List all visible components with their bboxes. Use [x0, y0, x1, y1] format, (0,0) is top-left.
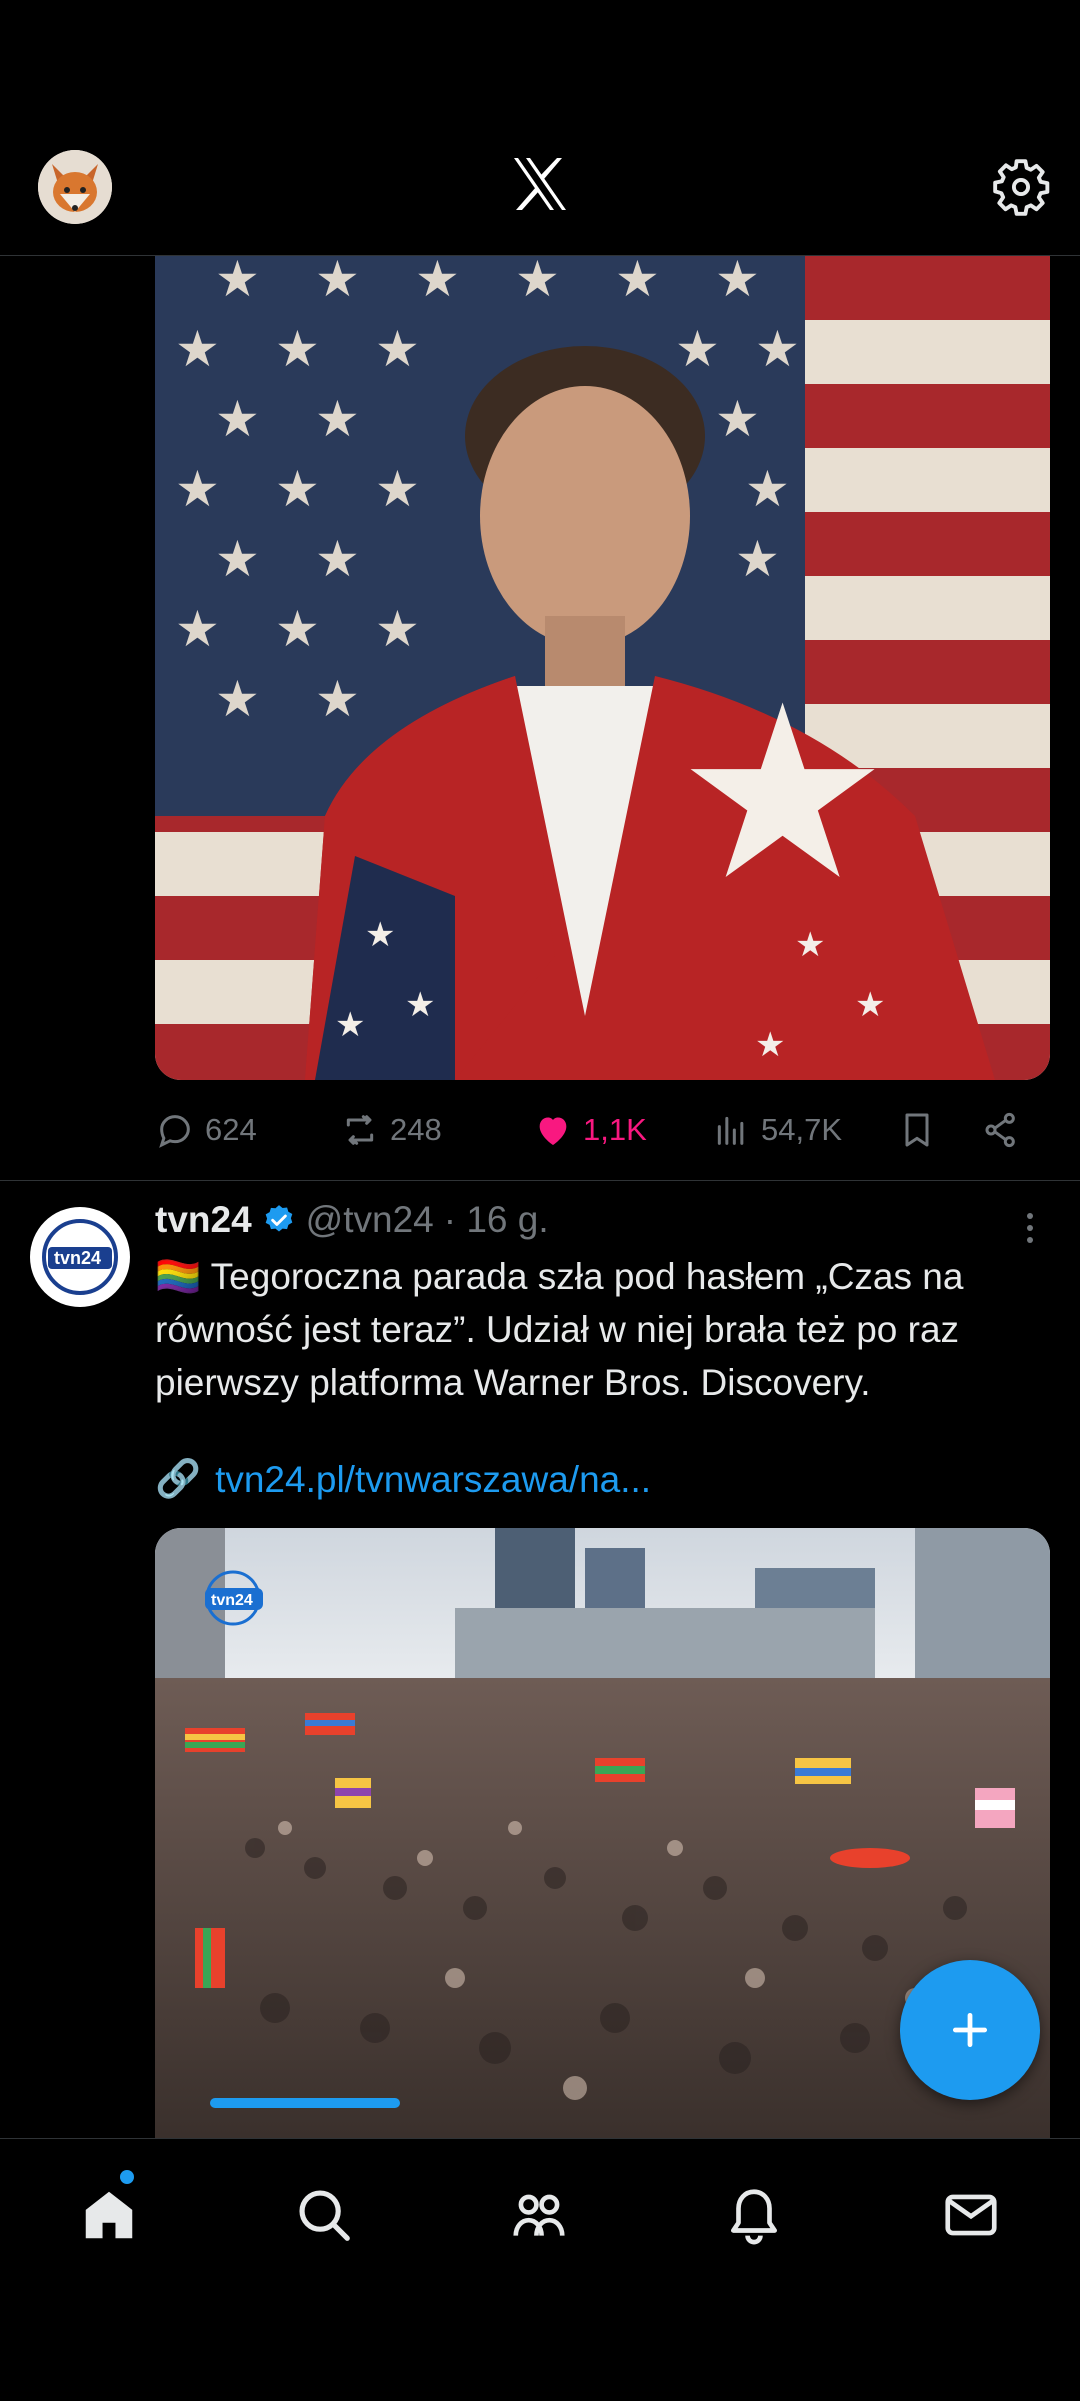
svg-text:★: ★ — [315, 531, 360, 587]
profile-avatar[interactable] — [38, 150, 112, 224]
svg-text:★: ★ — [215, 391, 260, 447]
handle[interactable]: @tvn24 — [306, 1199, 434, 1241]
svg-text:★: ★ — [795, 926, 825, 964]
like-button[interactable]: 1,1K — [533, 1100, 647, 1160]
portrait-with-american-flag-image: ★ ★ ★ ★ ★ ★ ★ ★ ★ ★ ★ ★ ★ ★ ★ ★ ★ ★ ★ ★ ★ ★ ★ ★ ★ ★ ★ ★★★ ★… — [155, 256, 1050, 1080]
gear-icon[interactable] — [990, 156, 1052, 218]
link-emoji: 🔗 — [155, 1458, 202, 1499]
views-button[interactable]: 54,7K — [711, 1100, 842, 1160]
tweet-header: tvn24 @tvn24 · 16 g. — [155, 1196, 549, 1244]
svg-text:★: ★ — [755, 1026, 785, 1064]
notifications-icon[interactable] — [723, 2184, 785, 2246]
communities-icon[interactable] — [508, 2184, 570, 2246]
home-icon[interactable] — [78, 2184, 140, 2246]
svg-text:★: ★ — [315, 671, 360, 727]
svg-text:★: ★ — [675, 659, 890, 927]
svg-text:★: ★ — [405, 986, 435, 1024]
tweet-divider — [0, 1180, 1080, 1181]
messages-icon[interactable] — [940, 2184, 1002, 2246]
views-chart-icon — [717, 1116, 744, 1145]
search-icon[interactable] — [293, 2184, 355, 2246]
svg-text:★: ★ — [755, 321, 800, 377]
x-logo-icon[interactable] — [508, 152, 572, 216]
svg-text:★: ★ — [745, 461, 790, 517]
svg-text:★: ★ — [215, 531, 260, 587]
home-new-dot — [120, 2170, 134, 2184]
svg-text:★: ★ — [515, 256, 560, 307]
svg-text:★: ★ — [735, 531, 780, 587]
svg-text:★: ★ — [175, 461, 220, 517]
svg-text:★: ★ — [275, 601, 320, 657]
link-url[interactable]: tvn24.pl/tvnwarszawa/na... — [215, 1459, 651, 1501]
svg-text:★: ★ — [415, 256, 460, 307]
tvn24-avatar[interactable]: tvn24 — [30, 1207, 130, 1307]
more-options-icon[interactable] — [1010, 1208, 1050, 1248]
like-count: 1,1K — [583, 1112, 647, 1147]
bookmark-button[interactable] — [897, 1100, 937, 1160]
retweet-icon — [346, 1115, 374, 1145]
heart-filled-icon — [539, 1117, 567, 1145]
tweet-link[interactable]: 🔗 tvn24.pl/tvnwarszawa/na... — [155, 1458, 651, 1501]
svg-text:★: ★ — [215, 671, 260, 727]
svg-text:★: ★ — [175, 321, 220, 377]
tweet-text: 🏳️‍🌈 Tegoroczna parada szła pod hasłem „… — [155, 1256, 964, 1403]
timestamp: · 16 g. — [443, 1199, 549, 1240]
svg-text:★: ★ — [375, 461, 420, 517]
svg-text:★: ★ — [315, 256, 360, 307]
reply-count: 624 — [205, 1112, 257, 1147]
verified-badge-icon — [265, 1205, 292, 1232]
tweet-action-bar: 624 248 1,1K 54,7K — [155, 1100, 1050, 1160]
svg-text:tvn24: tvn24 — [54, 1248, 101, 1268]
fox-avatar-icon — [38, 150, 112, 224]
svg-text:★: ★ — [175, 601, 220, 657]
bookmark-icon — [905, 1113, 929, 1147]
retweet-count: 248 — [390, 1112, 442, 1147]
retweet-button[interactable]: 248 — [340, 1100, 442, 1160]
svg-text:★: ★ — [855, 986, 885, 1024]
share-button[interactable] — [981, 1100, 1021, 1160]
plus-icon — [952, 2012, 988, 2048]
svg-text:tvn24: tvn24 — [211, 1592, 253, 1609]
bottom-navigation — [0, 2138, 1080, 2401]
svg-text:★: ★ — [275, 461, 320, 517]
svg-text:★: ★ — [715, 391, 760, 447]
svg-text:★: ★ — [335, 1006, 365, 1044]
svg-text:★: ★ — [375, 321, 420, 377]
svg-text:★: ★ — [365, 916, 395, 954]
svg-text:★: ★ — [275, 321, 320, 377]
tvn24-logo-icon: tvn24 — [32, 1209, 128, 1305]
share-icon — [985, 1112, 1015, 1148]
compose-button[interactable] — [900, 1960, 1040, 2100]
top-header — [0, 0, 1080, 256]
svg-text:★: ★ — [375, 601, 420, 657]
video-progress-bar[interactable] — [210, 2098, 400, 2108]
reply-icon — [159, 1115, 190, 1148]
svg-text:★: ★ — [315, 391, 360, 447]
svg-text:★: ★ — [675, 321, 720, 377]
svg-text:★: ★ — [615, 256, 660, 307]
display-name[interactable]: tvn24 — [155, 1199, 252, 1241]
svg-text:★: ★ — [215, 256, 260, 307]
view-count: 54,7K — [761, 1112, 843, 1147]
tweet-media-portrait[interactable]: ★ ★ ★ ★ ★ ★ ★ ★ ★ ★ ★ ★ ★ ★ ★ ★ ★ ★ ★ ★ ★ ★ ★ ★ ★ ★ ★ ★ ★ ★ ★… — [155, 256, 1050, 1080]
svg-text:★: ★ — [715, 256, 760, 307]
reply-button[interactable]: 624 — [155, 1100, 257, 1160]
